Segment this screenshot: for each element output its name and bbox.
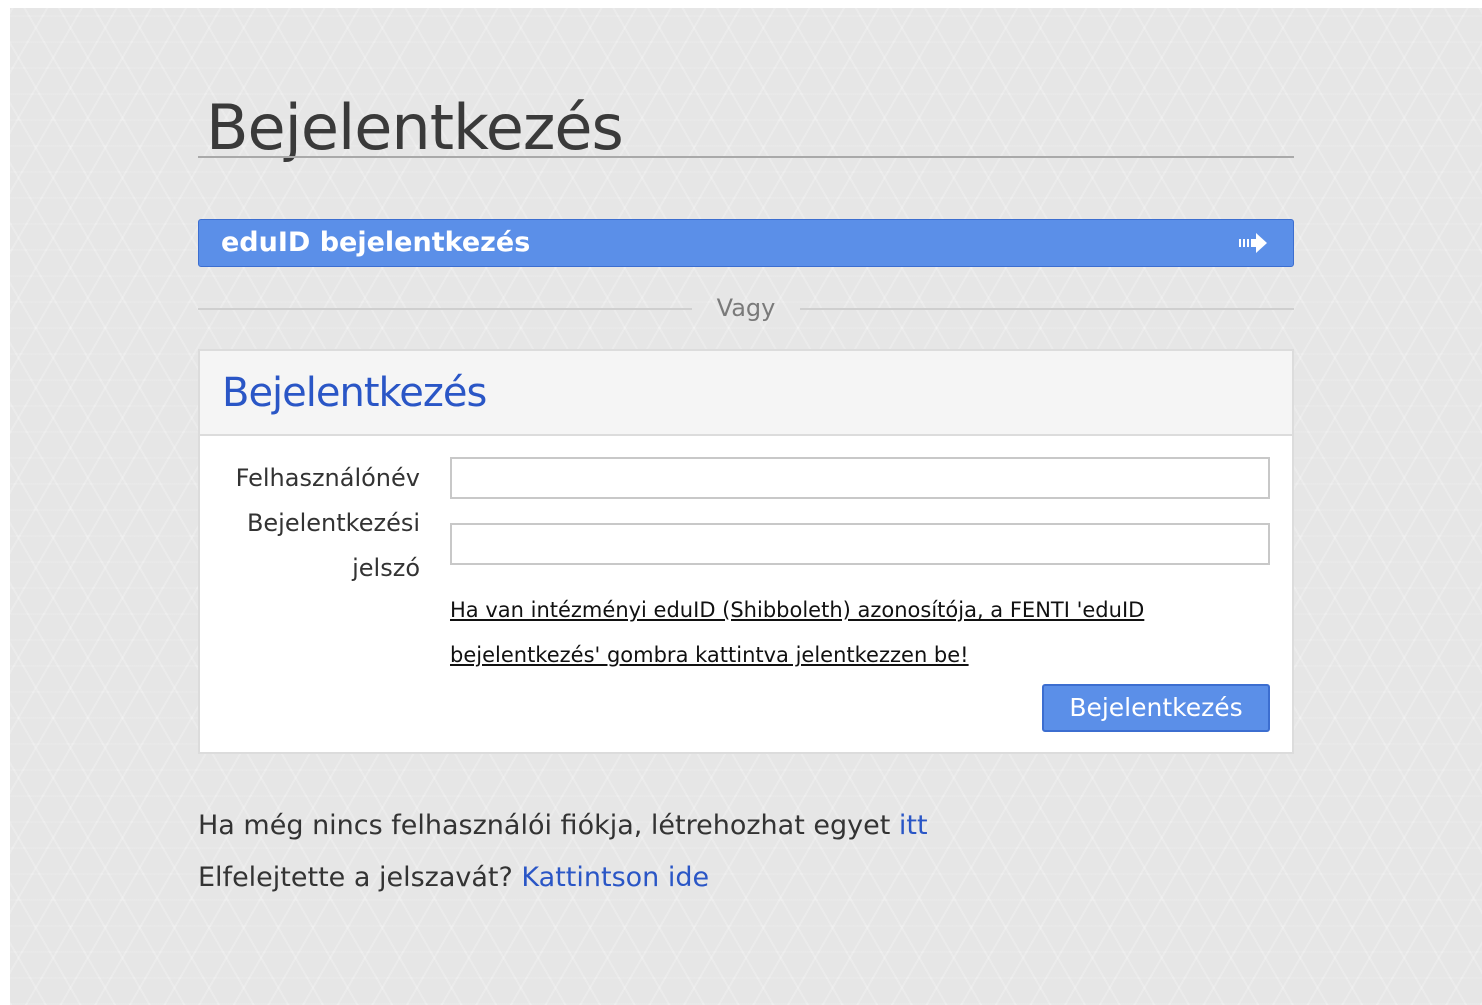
login-panel-title: Bejelentkezés <box>222 370 487 416</box>
title-divider <box>198 156 1294 158</box>
login-submit-button[interactable]: Bejelentkezés <box>1042 684 1270 732</box>
login-panel-header: Bejelentkezés <box>200 351 1292 436</box>
forgot-password-line: Elfelejtette a jelszavát? Kattintson ide <box>198 858 709 898</box>
login-panel: Bejelentkezés Felhasználónév Bejelentkez… <box>198 349 1294 754</box>
eduid-login-button[interactable]: eduID bejelentkezés <box>198 219 1294 267</box>
password-input[interactable] <box>450 523 1270 565</box>
register-link[interactable]: itt <box>899 810 928 841</box>
password-label: Bejelentkezési jelszó <box>246 509 420 582</box>
register-line: Ha még nincs felhasználói fiókja, létreh… <box>198 806 928 846</box>
eduid-login-label: eduID bejelentkezés <box>221 227 531 258</box>
forgot-password-link[interactable]: Kattintson ide <box>521 862 709 893</box>
register-text: Ha még nincs felhasználói fiókja, létreh… <box>198 810 891 841</box>
divider-line-right <box>800 308 1294 310</box>
divider-line-left <box>198 308 692 310</box>
eduid-hint-link[interactable]: Ha van intézményi eduID (Shibboleth) azo… <box>450 588 1250 678</box>
username-label: Felhasználónév <box>235 464 420 492</box>
arrow-right-icon <box>1239 233 1267 253</box>
username-input[interactable] <box>450 457 1270 499</box>
forgot-password-text: Elfelejtette a jelszavát? <box>198 862 513 893</box>
divider-text: Vagy <box>716 294 776 322</box>
or-divider: Vagy <box>198 292 1294 326</box>
